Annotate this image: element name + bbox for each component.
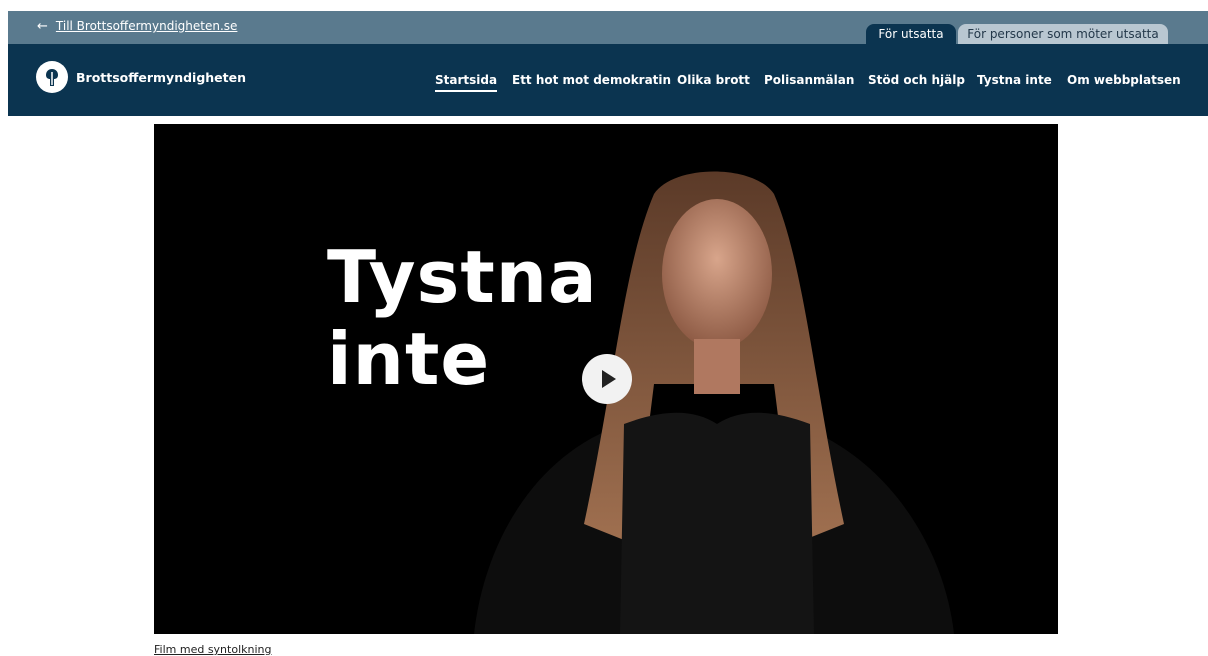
nav-item-om-webbplatsen[interactable]: Om webbplatsen (1067, 73, 1181, 87)
arrow-left-icon: ← (37, 18, 48, 34)
brand-name: Brottsoffermyndigheten (76, 69, 247, 85)
back-to-main-site-link[interactable]: ← Till Brottsoffermyndigheten.se (37, 19, 237, 33)
nav-item-stod-och-hjalp[interactable]: Stöd och hjälp (868, 73, 965, 87)
video-player[interactable]: Tystna inte (154, 124, 1058, 634)
back-link-label: Till Brottsoffermyndigheten.se (55, 19, 238, 33)
nav-item-startsida[interactable]: Startsida (435, 73, 498, 92)
play-icon (602, 370, 616, 388)
logo-emblem-icon (36, 61, 68, 93)
video-title-line-2: inte (327, 317, 491, 401)
top-utility-bar: ← Till Brottsoffermyndigheten.se För uts… (8, 11, 1208, 44)
tab-for-utsatta[interactable]: För utsatta (866, 24, 956, 44)
film-med-syntolkning-link[interactable]: Film med syntolkning (154, 643, 271, 656)
play-button[interactable] (582, 354, 632, 404)
video-title: Tystna inte (327, 236, 598, 400)
tab-for-personer-som-moter-utsatta[interactable]: För personer som möter utsatta (958, 24, 1168, 44)
video-title-line-1: Tystna (327, 235, 598, 319)
nav-item-ett-hot-mot-demokratin[interactable]: Ett hot mot demokratin (512, 73, 671, 87)
main-navigation: Brottsoffermyndigheten Startsida Ett hot… (8, 44, 1208, 116)
nav-item-polisanmalan[interactable]: Polisanmälan (764, 73, 854, 87)
nav-item-tystna-inte[interactable]: Tystna inte (977, 73, 1052, 87)
nav-item-olika-brott[interactable]: Olika brott (677, 73, 750, 87)
brand-logo-link[interactable]: Brottsoffermyndigheten (36, 61, 246, 93)
